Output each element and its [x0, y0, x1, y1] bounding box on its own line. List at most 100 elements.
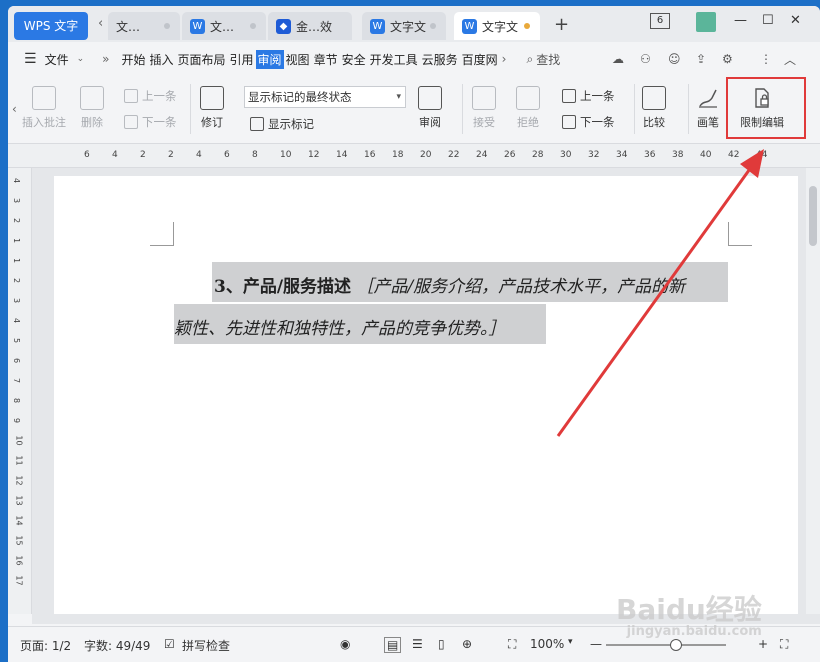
gear-icon[interactable]: ⚙ — [722, 52, 733, 66]
collapse-ribbon-icon[interactable]: ︿ — [784, 51, 796, 68]
horizontal-ruler[interactable]: 6 4 2 2 4 6 8 10 12 14 16 18 20 22 24 26 28 30 32 34 36 38 40 4… — [8, 144, 820, 168]
chat-icon[interactable]: ☺ — [668, 52, 681, 66]
more-icon[interactable]: ⋮ — [760, 52, 772, 66]
select-value: 显示标记的最终状态 — [248, 90, 352, 104]
cloud-sync-icon[interactable]: ☁ — [612, 52, 624, 66]
search-label[interactable]: 查找 — [536, 51, 560, 68]
zoom-level[interactable]: 100% — [530, 637, 564, 651]
ruler-number: 2 — [12, 277, 22, 284]
next-change-button[interactable]: 下一条 — [562, 114, 615, 130]
reading-view-icon[interactable]: ▯ — [438, 637, 445, 651]
markup-mode-select[interactable]: 显示标记的最终状态 ▾ — [244, 86, 406, 108]
scroll-thumb[interactable] — [809, 186, 817, 246]
zoom-slider[interactable] — [606, 639, 726, 651]
reject-button[interactable]: 拒绝 — [516, 86, 540, 130]
app-tab[interactable]: WPS 文字 — [14, 12, 88, 40]
ruler-number: 13 — [14, 495, 24, 506]
hamburger-icon[interactable]: ☰ — [24, 51, 37, 67]
page-indicator[interactable]: 页面: 1/2 — [20, 637, 71, 654]
margin-corner — [728, 222, 752, 246]
section-heading: 3、产品/服务描述 — [214, 277, 352, 297]
tab-label: 文字文 — [390, 19, 427, 34]
doc-tab-active[interactable]: W 文字文 — [454, 12, 540, 40]
zoom-out-button[interactable]: — — [590, 637, 602, 651]
wps-window: WPS 文字 ‹ 文… W 文… ◆ 金…效 W 文字文 W 文字文 + 6 — ☐ ✕… — [8, 6, 820, 662]
track-changes-icon — [200, 86, 224, 110]
insert-comment-button[interactable]: 插入批注 — [22, 86, 66, 130]
ruler-number: 12 — [14, 475, 24, 486]
menu-baidu[interactable]: 百度网 — [460, 51, 500, 68]
review-pane-button[interactable]: 审阅 — [418, 86, 442, 130]
accept-change-icon — [472, 86, 496, 110]
ruler-number: 11 — [14, 455, 24, 466]
ruler-number: 36 — [644, 150, 656, 160]
search-icon[interactable]: ⌕ — [526, 52, 533, 67]
scroll-left-icon[interactable]: ‹ — [12, 102, 17, 116]
menu-home[interactable]: 开始 — [119, 51, 147, 68]
fit-page-icon[interactable]: ⛶ — [508, 637, 516, 652]
page-view-icon[interactable]: ▤ — [384, 637, 402, 653]
menu-developer[interactable]: 开发工具 — [368, 51, 420, 68]
chevron-right-icon[interactable]: › — [502, 52, 507, 66]
ruler-number: 20 — [420, 150, 432, 160]
add-user-icon[interactable]: ⚇ — [640, 52, 651, 66]
pen-icon — [696, 86, 720, 110]
menu-view[interactable]: 视图 — [284, 51, 312, 68]
spellcheck-label[interactable]: 拼写检查 — [182, 637, 230, 654]
paragraph-line-2[interactable]: 颖性、先进性和独特性，产品的竞争优势。］ — [174, 314, 506, 339]
separator — [634, 84, 635, 134]
delete-comment-button[interactable]: 删除 — [80, 86, 104, 130]
next-comment-button[interactable]: 下一条 — [124, 114, 177, 130]
status-dot — [250, 23, 256, 29]
compare-button[interactable]: 比较 — [642, 86, 666, 130]
button-label: 拒绝 — [517, 116, 539, 129]
window-count-badge[interactable]: 6 — [650, 13, 670, 29]
revise-button[interactable]: 修订 — [200, 86, 224, 130]
menu-cloud[interactable]: 云服务 — [420, 51, 460, 68]
menu-references[interactable]: 引用 — [228, 51, 256, 68]
show-markup-button[interactable]: 显示标记 — [250, 116, 314, 132]
doc-tab[interactable]: 文… — [108, 12, 180, 40]
chevron-left-icon[interactable]: ‹ — [98, 16, 103, 31]
ruler-number: 7 — [12, 377, 22, 384]
eye-icon[interactable]: ◉ — [340, 637, 350, 651]
maximize-button[interactable]: ☐ — [762, 13, 774, 28]
fullscreen-icon[interactable]: ⛶ — [780, 637, 788, 652]
paragraph-line-1[interactable]: 3、产品/服务描述 ［产品/服务介绍，产品技术水平，产品的新 — [214, 272, 685, 297]
outline-view-icon[interactable]: ☰ — [412, 637, 423, 651]
menu-insert[interactable]: 插入 — [147, 51, 175, 68]
vertical-ruler[interactable]: 4 3 2 1 1 2 3 4 5 6 7 8 9 10 11 12 13 14 15 16 17 — [8, 168, 32, 614]
tab-label: 文字文 — [482, 19, 519, 34]
ink-button[interactable]: 画笔 — [696, 86, 720, 130]
word-count[interactable]: 字数: 49/49 — [84, 637, 150, 654]
more-left-icon[interactable]: » — [102, 52, 109, 66]
spellcheck-icon[interactable]: ☑ — [164, 637, 175, 651]
ruler-number: 16 — [14, 555, 24, 566]
ruler-number: 4 — [112, 150, 118, 160]
chevron-down-icon[interactable]: ⌄ — [77, 54, 85, 64]
ruler-number: 10 — [280, 150, 292, 160]
chevron-down-icon[interactable]: ▾ — [568, 637, 573, 647]
prev-comment-button[interactable]: 上一条 — [124, 88, 177, 104]
minimize-button[interactable]: — — [734, 13, 747, 28]
doc-tab[interactable]: W 文字文 — [362, 12, 446, 40]
doc-tab[interactable]: W 文… — [182, 12, 266, 40]
menu-page-layout[interactable]: 页面布局 — [176, 51, 228, 68]
menu-section[interactable]: 章节 — [312, 51, 340, 68]
share-icon[interactable]: ⇪ — [696, 52, 706, 66]
new-tab-button[interactable]: + — [554, 14, 569, 35]
menu-security[interactable]: 安全 — [340, 51, 368, 68]
zoom-slider-handle[interactable] — [670, 639, 682, 651]
menu-review[interactable]: 审阅 — [255, 49, 284, 69]
zoom-in-button[interactable]: + — [758, 637, 768, 651]
avatar[interactable] — [696, 12, 716, 32]
writer-icon: W — [190, 18, 205, 34]
menu-file[interactable]: 文件 — [43, 51, 71, 68]
prev-change-button[interactable]: 上一条 — [562, 88, 615, 104]
doc-tab[interactable]: ◆ 金…效 — [268, 12, 352, 40]
web-view-icon[interactable]: ⊕ — [462, 637, 472, 651]
document-page[interactable]: 3、产品/服务描述 ［产品/服务介绍，产品技术水平，产品的新 颖性、先进性和独特… — [54, 176, 798, 614]
close-button[interactable]: ✕ — [790, 13, 801, 28]
vertical-scrollbar[interactable] — [806, 168, 820, 614]
accept-button[interactable]: 接受 — [472, 86, 496, 130]
